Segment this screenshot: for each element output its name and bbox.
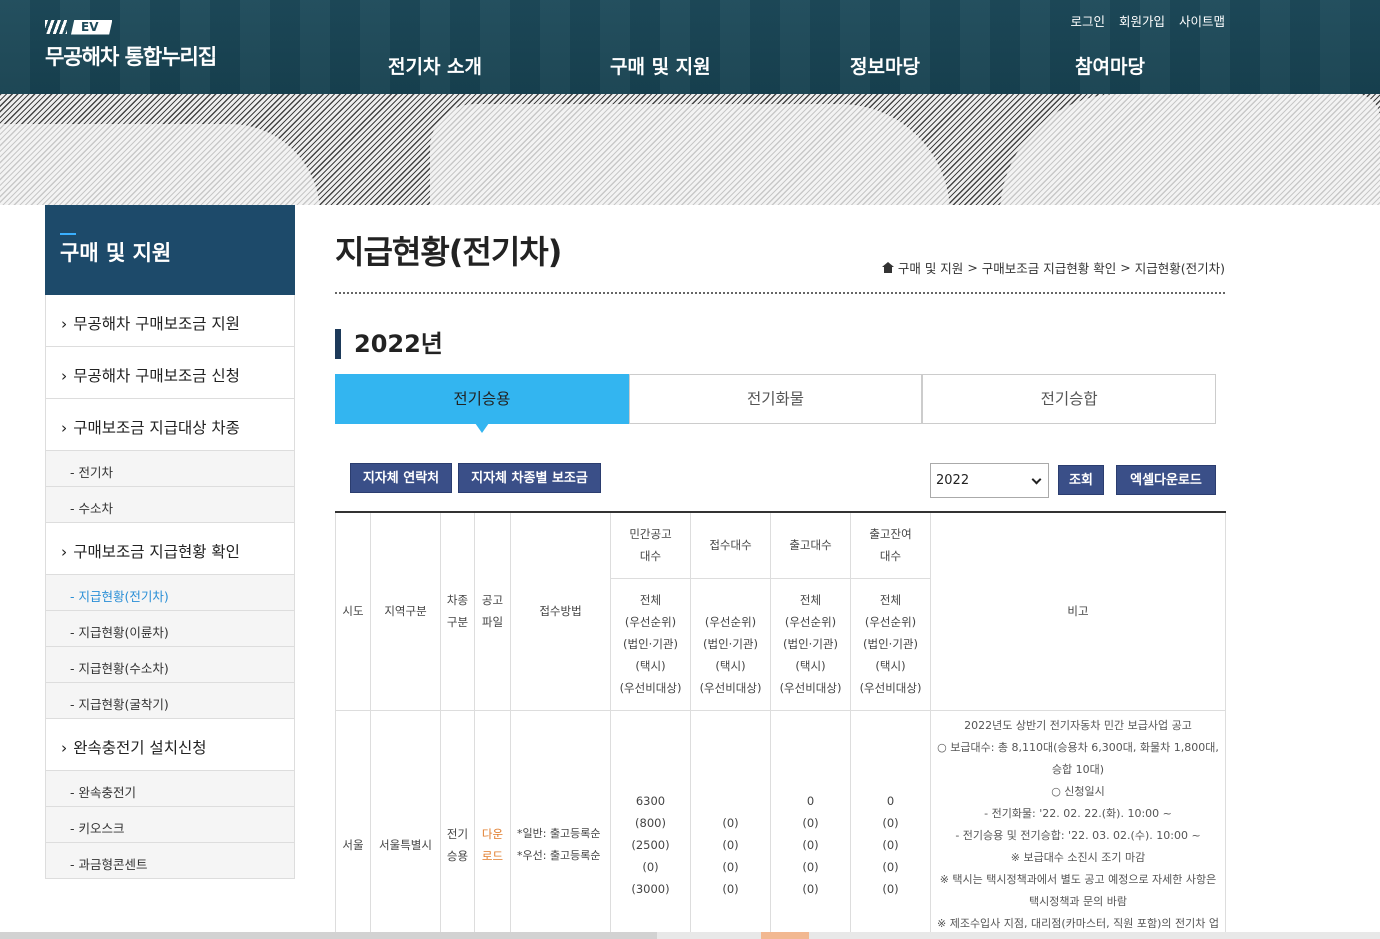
breadcrumb: 구매 및 지원 > 구매보조금 지급현황 확인 > 지급현황(전기차) [881,258,1225,277]
breadcrumb-item[interactable]: 구매보조금 지급현황 확인 [982,258,1116,277]
breadcrumb-current: 지급현황(전기차) [1134,261,1225,276]
subheader-received: (우선순위) (법인·기관) (택시) (우선비대상) [690,577,771,711]
sidebar-title: 구매 및 지원 [45,205,295,295]
vehicle-type-tabs: 전기승용 전기화물 전기승합 [335,374,1217,433]
logo-ev-badge: EV [71,19,113,35]
sidebar-subitem-status-ev[interactable]: - 지급현황(전기차) [46,575,294,611]
tab-ev-truck[interactable]: 전기화물 [628,374,923,424]
excel-download-button[interactable]: 엑셀다운로드 [1116,465,1216,495]
header-public-count: 민간공고 대수 [610,511,691,579]
nav-participation[interactable]: 참여마당 [1075,52,1145,79]
scrollbar-marker [761,932,809,939]
sidebar-item-charger-install[interactable]: 완속충전기 설치신청 [46,719,294,771]
sidebar-item-payment-status[interactable]: 구매보조금 지급현황 확인 [46,523,294,575]
year-heading: 2022년 [335,329,443,359]
header-vehicle-type: 차종 구분 [440,511,475,711]
sidebar-subitem-status-hydrogen[interactable]: - 지급현황(수소차) [46,647,294,683]
cell-remaining-count: 0 (0) (0) (0) (0) [850,709,931,939]
sitemap-link[interactable]: 사이트맵 [1179,11,1225,30]
header-notice-file: 공고 파일 [474,511,511,711]
table-row: 서울 서울특별시 전기 승용 다운 로드 *일반: 출고등록순 *우선: 출고등록순 … [335,709,1226,939]
car-silhouette [430,104,950,205]
sidebar-item-subsidy-support[interactable]: 무공해차 구매보조금 지원 [46,295,294,347]
nav-ev-intro[interactable]: 전기차 소개 [388,52,482,79]
site-header: EV 무공해차 통합누리집 로그인 회원가입 사이트맵 전기차 소개 구매 및 … [0,0,1380,94]
sidebar-subitem-kiosk[interactable]: - 키오스크 [46,807,294,843]
logo-mark: EV [45,18,216,36]
cell-region: 서울특별시 [370,709,441,939]
home-icon[interactable] [881,262,894,273]
download-link[interactable]: 다운 로드 [474,709,511,939]
sidebar: 구매 및 지원 무공해차 구매보조금 지원 무공해차 구매보조금 신청 구매보조… [45,205,295,879]
signup-link[interactable]: 회원가입 [1119,11,1165,30]
sidebar-subitem-hydrogen[interactable]: - 수소차 [46,487,294,523]
header-remaining-count: 출고잔여 대수 [850,511,931,579]
horizontal-scrollbar[interactable] [0,932,1380,939]
car-silhouette [0,124,320,205]
page-title: 지급현황(전기차) [335,233,562,271]
subheader-public: 전체 (우선순위) (법인·기관) (택시) (우선비대상) [610,577,691,711]
header-received-count: 접수대수 [690,511,771,579]
cell-vehicle-type: 전기 승용 [440,709,475,939]
main-nav: 전기차 소개 구매 및 지원 정보마당 참여마당 [0,52,1380,80]
nav-info[interactable]: 정보마당 [850,52,920,79]
subheader-remaining: 전체 (우선순위) (법인·기관) (택시) (우선비대상) [850,577,931,711]
header-note: 비고 [930,511,1226,711]
sidebar-subitem-ev[interactable]: - 전기차 [46,451,294,487]
chevron-down-icon [1031,474,1042,485]
logo-stripes-icon [45,20,67,34]
car-silhouette [1000,94,1380,205]
local-subsidy-button[interactable]: 지자체 차종별 보조금 [458,463,601,493]
breadcrumb-separator: > [1120,260,1131,275]
header-region: 지역구분 [370,511,441,711]
breadcrumb-item[interactable]: 구매 및 지원 [898,258,963,277]
sidebar-item-eligible-vehicles[interactable]: 구매보조금 지급대상 차종 [46,399,294,451]
sidebar-subitem-status-motorcycle[interactable]: - 지급현황(이륜차) [46,611,294,647]
status-table: 시도 지역구분 차종 구분 공고 파일 접수방법 민간공고 대수 접수대수 출고대수 … [335,511,1226,939]
search-button[interactable]: 조회 [1058,465,1104,495]
cell-received-count: (0) (0) (0) (0) [690,709,771,939]
tab-ev-bus[interactable]: 전기승합 [922,374,1217,424]
cell-note: 2022년도 상반기 전기자동차 민간 보급사업 공고 ○ 보급대수: 총 8,1… [930,709,1226,939]
scrollbar-thumb[interactable] [0,932,657,939]
subheader-released: 전체 (우선순위) (법인·기관) (택시) (우선비대상) [770,577,851,711]
header-sido: 시도 [335,511,371,711]
cell-method: *일반: 출고등록순 *우선: 출고등록순 [510,709,611,939]
sidebar-menu: 무공해차 구매보조금 지원 무공해차 구매보조금 신청 구매보조금 지급대상 차… [45,295,295,879]
header-released-count: 출고대수 [770,511,851,579]
tab-ev-passenger[interactable]: 전기승용 [335,374,629,433]
year-select[interactable]: 2022 [930,463,1049,498]
sidebar-item-subsidy-apply[interactable]: 무공해차 구매보조금 신청 [46,347,294,399]
year-select-value: 2022 [936,473,970,488]
sidebar-subitem-status-excavator[interactable]: - 지급현황(굴착기) [46,683,294,719]
breadcrumb-separator: > [967,260,978,275]
cell-public-count: 6300 (800) (2500) (0) (3000) [610,709,691,939]
cell-released-count: 0 (0) (0) (0) (0) [770,709,851,939]
divider [335,292,1225,294]
cell-sido: 서울 [335,709,371,939]
hero-banner-image [0,94,1380,205]
utility-links: 로그인 회원가입 사이트맵 [1070,11,1225,30]
sidebar-subitem-outlet[interactable]: - 과금형콘센트 [46,843,294,879]
header-method: 접수방법 [510,511,611,711]
sidebar-subitem-slow-charger[interactable]: - 완속충전기 [46,771,294,807]
nav-purchase-support[interactable]: 구매 및 지원 [610,52,711,79]
local-contact-button[interactable]: 지자체 연락처 [350,463,452,493]
login-link[interactable]: 로그인 [1070,11,1105,30]
